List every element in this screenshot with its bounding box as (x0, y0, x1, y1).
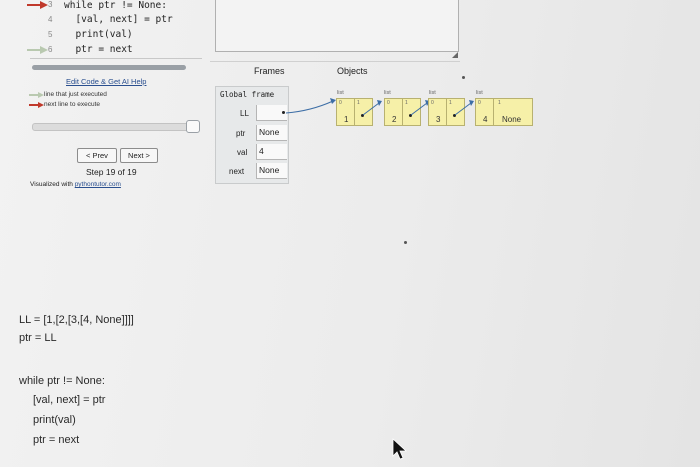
list-value: 4 (483, 115, 488, 124)
global-frame: Global frame LL ptr None val 4 next None (215, 86, 289, 184)
list-index: 1 (405, 100, 408, 106)
code-text-line: ptr = next (33, 434, 80, 446)
mouse-cursor-icon (392, 438, 408, 460)
code-panel: 3 while ptr != None: 4 [val, next] = ptr… (0, 0, 205, 60)
code-text-line: print(val) (33, 414, 76, 426)
frame-var-value (256, 105, 287, 121)
frame-var-name: next (229, 167, 245, 176)
frames-heading: Frames (254, 66, 285, 76)
list-value: 2 (392, 115, 397, 124)
line-number: 4 (48, 15, 53, 24)
pointer-dot-icon (282, 111, 285, 114)
reference-arrow (362, 100, 382, 116)
code-text-line: [val, next] = ptr (33, 394, 106, 406)
reference-arrow (454, 100, 474, 116)
object-type-label: list (429, 90, 436, 96)
code-line: ptr = next (64, 44, 133, 55)
frame-var-name: ptr (236, 129, 246, 138)
visualized-prefix: Visualized with (30, 181, 75, 188)
line-number: 3 (48, 0, 53, 9)
object-type-label: list (384, 90, 391, 96)
reference-arrow (285, 98, 336, 114)
list-cell: 0 4 (475, 98, 494, 126)
frame-var-value: 4 (256, 144, 287, 160)
global-frame-title: Global frame (220, 90, 275, 99)
next-legend-arrow-icon (29, 102, 44, 108)
edit-code-link[interactable]: Edit Code & Get AI Help (66, 77, 146, 86)
list-index: 1 (498, 100, 501, 106)
line-number: 5 (48, 30, 53, 39)
list-index: 1 (357, 100, 360, 106)
list-value: 3 (436, 115, 441, 124)
frames-top-divider (210, 61, 460, 62)
divider (30, 58, 202, 59)
list-index: 0 (478, 100, 481, 106)
code-text-line: LL = [1,[2,[3,[4, None]]]] (19, 314, 134, 326)
object-type-label: list (476, 90, 483, 96)
frame-var-value: None (256, 163, 287, 179)
list-cell: 0 1 (336, 98, 355, 126)
list-value: None (502, 115, 522, 124)
step-slider-track[interactable] (32, 123, 194, 131)
pythontutor-link[interactable]: pythontutor.com (75, 181, 121, 188)
executed-line-arrow-icon (27, 46, 48, 54)
list-index: 0 (431, 100, 434, 106)
list-index: 1 (449, 100, 452, 106)
code-slider[interactable] (32, 65, 186, 70)
line-number: 6 (48, 45, 53, 54)
frame-var-name: LL (240, 109, 249, 118)
object-type-label: list (337, 90, 344, 96)
stray-dot (404, 241, 407, 244)
prev-button[interactable]: < Prev (77, 148, 117, 163)
frame-var-value: None (256, 125, 287, 141)
objects-heading: Objects (337, 66, 368, 76)
reference-arrow (410, 100, 430, 116)
code-text-line: ptr = LL (19, 332, 57, 344)
legend-executed-label: line that just executed (44, 91, 107, 98)
step-slider-thumb[interactable] (186, 120, 200, 133)
stray-dot (462, 76, 465, 79)
current-line-arrow-icon (27, 1, 48, 9)
code-line: while ptr != None: (64, 0, 167, 11)
code-line: [val, next] = ptr (64, 14, 173, 25)
list-index: 0 (387, 100, 390, 106)
code-text-line: while ptr != None: (19, 375, 105, 387)
code-line: print(val) (64, 29, 133, 40)
visualized-with-text: Visualized with pythontutor.com (30, 181, 121, 188)
list-index: 0 (339, 100, 342, 106)
resize-handle-icon[interactable] (452, 52, 458, 58)
step-counter: Step 19 of 19 (86, 167, 137, 177)
list-cell: 0 3 (428, 98, 447, 126)
legend-next-label: next line to execute (44, 101, 101, 108)
frame-var-name: val (237, 148, 248, 157)
list-cell: 0 2 (384, 98, 403, 126)
next-button[interactable]: Next > (120, 148, 158, 163)
list-cell: 1 None (493, 98, 533, 126)
program-output-box (215, 0, 459, 52)
executed-legend-arrow-icon (29, 92, 44, 98)
list-value: 1 (344, 115, 349, 124)
